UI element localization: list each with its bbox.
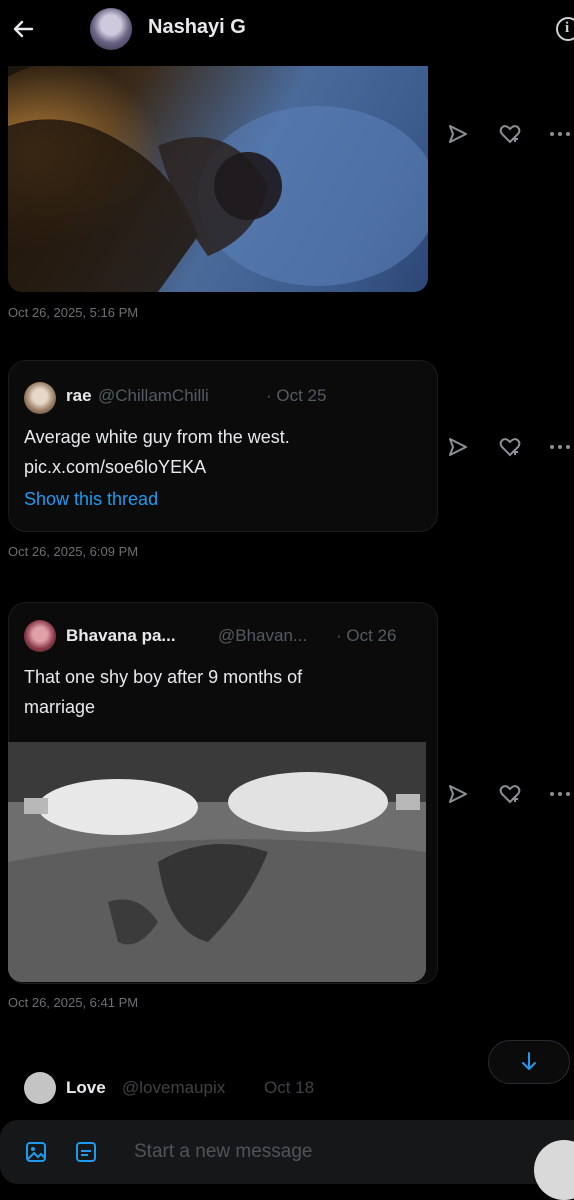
react-heart-icon[interactable] bbox=[498, 782, 522, 806]
more-icon[interactable] bbox=[548, 782, 572, 806]
show-thread-link[interactable]: Show this thread bbox=[24, 489, 158, 510]
avatar[interactable] bbox=[90, 8, 132, 50]
message-timestamp: Oct 26, 2025, 6:09 PM bbox=[8, 544, 139, 559]
message-timestamp: Oct 26, 2025, 6:41 PM bbox=[8, 995, 139, 1010]
message-timestamp: Oct 26, 2025, 5:16 PM bbox=[8, 305, 139, 320]
avatar bbox=[24, 1072, 56, 1104]
quoted-text: Average white guy from the west. bbox=[24, 427, 290, 447]
quoted-text: That one shy boy after 9 months of bbox=[24, 667, 303, 687]
quoted-author-handle: @Bhavan... bbox=[218, 626, 308, 645]
scroll-down-icon bbox=[522, 1052, 536, 1070]
quoted-link-text[interactable]: pic.x.com/soe6loYEKA bbox=[24, 452, 206, 483]
quoted-date: · Oct 25 bbox=[266, 386, 327, 405]
conversation-title[interactable]: Nashayi G bbox=[148, 16, 246, 39]
share-icon[interactable] bbox=[446, 782, 470, 806]
more-icon[interactable] bbox=[548, 435, 572, 459]
quoted-author-handle: @lovemaupix bbox=[122, 1078, 226, 1097]
quoted-author-name: Love bbox=[66, 1078, 106, 1097]
back-arrow-icon[interactable] bbox=[8, 14, 38, 44]
scroll-down-button[interactable] bbox=[488, 1040, 570, 1084]
quoted-date: Oct 18 bbox=[264, 1078, 315, 1097]
avatar bbox=[24, 382, 56, 414]
react-heart-icon[interactable] bbox=[498, 435, 522, 459]
quoted-author-name: Bhavana pa... bbox=[66, 626, 176, 645]
quoted-tweet-image[interactable] bbox=[8, 742, 426, 982]
quoted-text-line2: marriage bbox=[24, 697, 96, 717]
quoted-author-handle: @ChillamChilli bbox=[98, 386, 209, 405]
more-icon[interactable] bbox=[548, 122, 572, 146]
avatar bbox=[24, 620, 56, 652]
share-icon[interactable] bbox=[446, 122, 470, 146]
quoted-author-name: rae bbox=[66, 386, 92, 405]
react-heart-icon[interactable] bbox=[498, 122, 522, 146]
gif-icon[interactable] bbox=[74, 1140, 98, 1164]
message-image[interactable] bbox=[8, 66, 428, 292]
quoted-date: · Oct 26 bbox=[336, 626, 397, 645]
image-icon[interactable] bbox=[24, 1140, 48, 1164]
info-icon[interactable]: i bbox=[556, 17, 574, 41]
share-icon[interactable] bbox=[446, 435, 470, 459]
message-input[interactable]: Start a new message bbox=[134, 1141, 312, 1163]
